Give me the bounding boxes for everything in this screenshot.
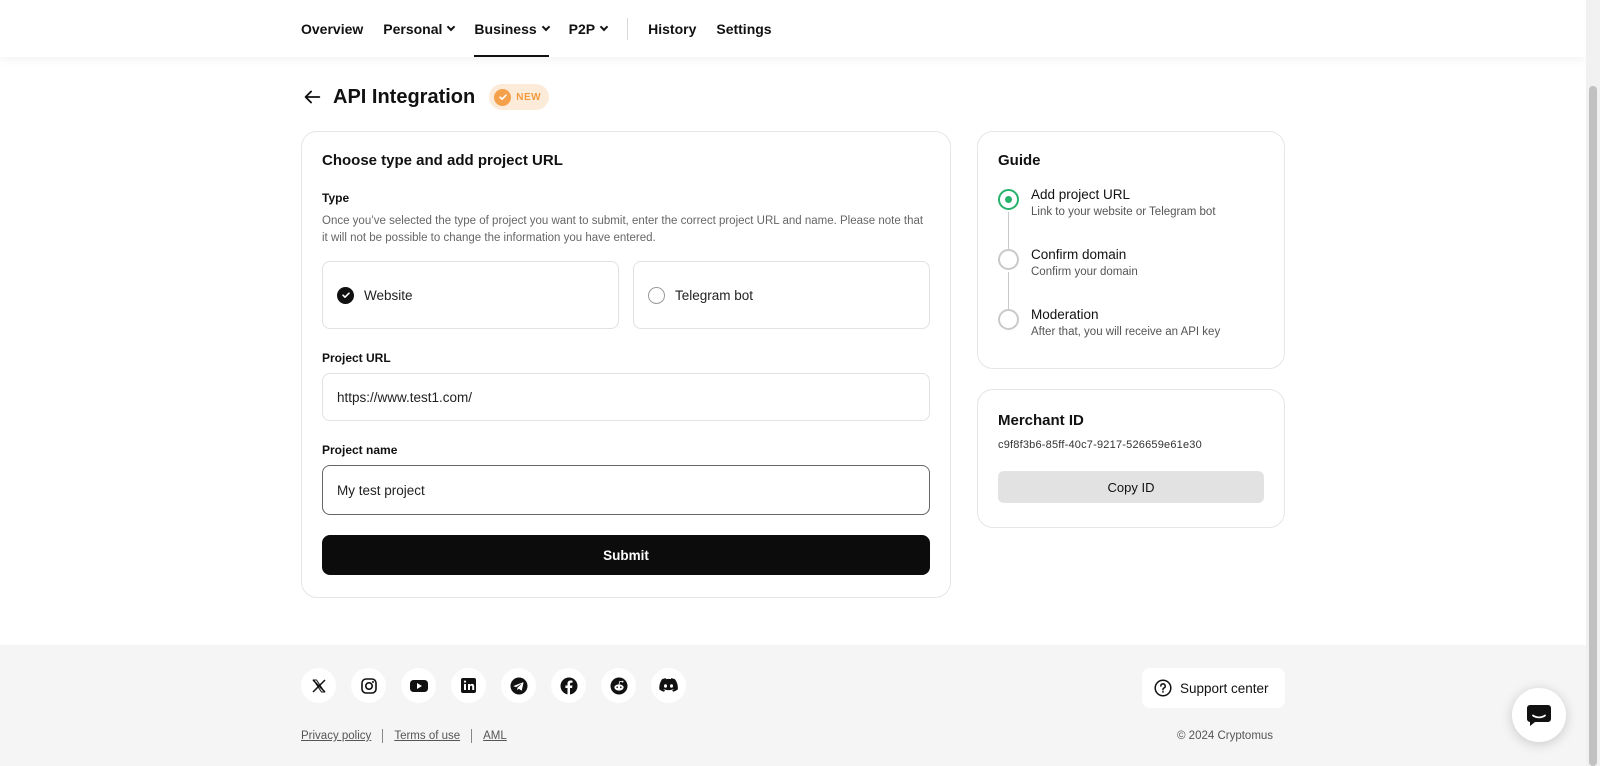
support-center-label: Support center bbox=[1180, 680, 1269, 696]
new-badge: NEW bbox=[489, 84, 550, 110]
chat-widget-button[interactable] bbox=[1512, 688, 1566, 742]
telegram-icon[interactable] bbox=[501, 668, 536, 703]
integration-form-card: Choose type and add project URL Type Onc… bbox=[301, 131, 951, 598]
copyright-text: © 2024 Cryptomus bbox=[1177, 730, 1274, 742]
merchant-id-value: c9f8f3b6-85ff-40c7-9217-526659e61e30 bbox=[998, 439, 1202, 451]
guide-steps: Add project URL Link to your website or … bbox=[998, 187, 1264, 367]
badge-label: NEW bbox=[516, 91, 542, 103]
nav-item-overview[interactable]: Overview bbox=[301, 0, 363, 57]
nav-item-personal[interactable]: Personal bbox=[383, 0, 456, 57]
step-subtitle: After that, you will receive an API key bbox=[1031, 326, 1221, 338]
step-active-indicator bbox=[998, 189, 1019, 210]
step-indicator bbox=[998, 249, 1019, 270]
nav-item-label: History bbox=[648, 20, 697, 37]
merchant-title: Merchant ID bbox=[998, 412, 1084, 429]
nav-item-label: Business bbox=[474, 20, 537, 37]
step-subtitle: Confirm your domain bbox=[1031, 266, 1138, 278]
chevron-down-icon bbox=[541, 22, 550, 31]
nav-item-label: Personal bbox=[383, 20, 443, 37]
help-icon bbox=[1154, 679, 1172, 697]
chat-icon bbox=[1527, 705, 1551, 726]
footer-links: Privacy policy Terms of use AML bbox=[301, 729, 507, 743]
reddit-icon[interactable] bbox=[601, 668, 636, 703]
type-options: Website Telegram bot bbox=[322, 261, 930, 329]
facebook-icon[interactable] bbox=[551, 668, 586, 703]
checked-radio-icon[interactable] bbox=[337, 286, 354, 304]
aml-link[interactable]: AML bbox=[483, 730, 507, 742]
guide-card: Guide Add project URL Link to your websi… bbox=[977, 131, 1285, 369]
page-title: API Integration bbox=[333, 85, 476, 108]
step-connector bbox=[1008, 272, 1009, 310]
nav-item-label: P2P bbox=[568, 20, 596, 37]
chevron-down-icon bbox=[447, 22, 456, 31]
check-icon bbox=[494, 88, 512, 106]
merchant-id-card: Merchant ID c9f8f3b6-85ff-40c7-9217-5266… bbox=[977, 389, 1285, 528]
form-title: Choose type and add project URL bbox=[322, 152, 563, 169]
footer-divider bbox=[471, 729, 473, 743]
privacy-policy-link[interactable]: Privacy policy bbox=[301, 730, 371, 742]
step-title: Confirm domain bbox=[1031, 247, 1127, 262]
nav-item-p2p[interactable]: P2P bbox=[568, 0, 609, 57]
project-url-label: Project URL bbox=[322, 351, 391, 365]
guide-step: Moderation After that, you will receive … bbox=[998, 307, 1264, 367]
copy-id-button[interactable]: Copy ID bbox=[998, 471, 1264, 503]
project-url-input[interactable] bbox=[322, 373, 930, 421]
page-scrollbar[interactable] bbox=[1586, 0, 1600, 766]
x-icon[interactable] bbox=[301, 668, 336, 703]
nav-item-settings[interactable]: Settings bbox=[716, 0, 771, 57]
linkedin-icon[interactable] bbox=[451, 668, 486, 703]
terms-of-use-link[interactable]: Terms of use bbox=[394, 730, 460, 742]
nav-item-history[interactable]: History bbox=[648, 0, 696, 57]
support-center-button[interactable]: Support center bbox=[1142, 668, 1285, 708]
nav-items: Overview Personal Business P2P History S… bbox=[301, 0, 792, 57]
social-links bbox=[301, 668, 686, 703]
discord-icon[interactable] bbox=[651, 668, 686, 703]
project-name-input[interactable] bbox=[322, 465, 930, 515]
step-indicator bbox=[998, 309, 1019, 330]
footer: Privacy policy Terms of use AML Support … bbox=[0, 645, 1586, 766]
guide-step: Confirm domain Confirm your domain bbox=[998, 247, 1264, 307]
type-option-website[interactable]: Website bbox=[322, 261, 619, 329]
step-title: Moderation bbox=[1031, 307, 1099, 322]
nav-item-label: Overview bbox=[301, 20, 364, 37]
step-subtitle: Link to your website or Telegram bot bbox=[1031, 206, 1216, 218]
nav-item-business[interactable]: Business bbox=[474, 0, 550, 57]
top-navigation: Overview Personal Business P2P History S… bbox=[0, 0, 1586, 57]
scrollbar-thumb[interactable] bbox=[1589, 86, 1597, 766]
step-connector bbox=[1008, 212, 1009, 250]
type-option-label: Telegram bot bbox=[675, 287, 754, 303]
page-header: API Integration NEW bbox=[301, 84, 550, 110]
project-name-label: Project name bbox=[322, 443, 398, 457]
nav-divider bbox=[627, 17, 629, 40]
submit-button[interactable]: Submit bbox=[322, 535, 930, 575]
guide-step: Add project URL Link to your website or … bbox=[998, 187, 1264, 247]
step-title: Add project URL bbox=[1031, 187, 1131, 202]
instagram-icon[interactable] bbox=[351, 668, 386, 703]
chevron-down-icon bbox=[599, 22, 609, 31]
youtube-icon[interactable] bbox=[401, 668, 436, 703]
type-label: Type bbox=[322, 191, 350, 205]
type-option-label: Website bbox=[364, 287, 413, 303]
type-description: Once you’ve selected the type of project… bbox=[322, 215, 924, 244]
guide-title: Guide bbox=[998, 152, 1041, 169]
type-option-telegram-bot[interactable]: Telegram bot bbox=[633, 261, 930, 329]
back-arrow-icon[interactable] bbox=[301, 86, 323, 108]
unchecked-radio-icon[interactable] bbox=[648, 286, 665, 304]
nav-item-label: Settings bbox=[716, 20, 772, 37]
footer-divider bbox=[382, 729, 384, 743]
